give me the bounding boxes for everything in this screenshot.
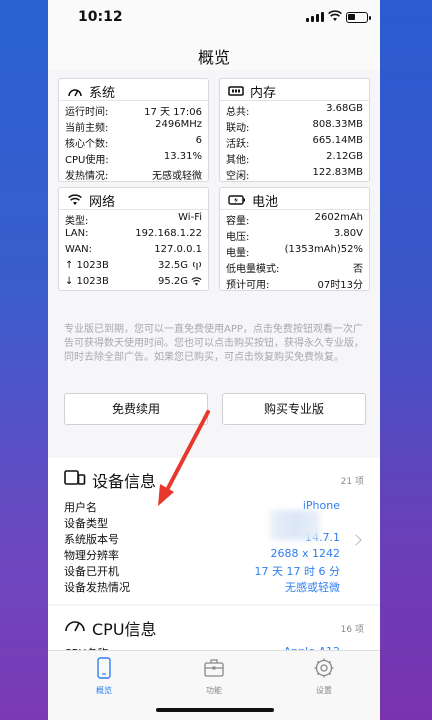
tab-features[interactable]: 功能 bbox=[174, 657, 254, 696]
background-left bbox=[0, 0, 48, 720]
background-right bbox=[380, 0, 432, 720]
toolbox-icon bbox=[204, 659, 224, 677]
tab-label: 功能 bbox=[206, 686, 222, 695]
red-annotation-arrow bbox=[158, 410, 210, 506]
tab-settings[interactable]: 设置 bbox=[284, 657, 364, 696]
phone-screen: 10:12 概览 系统 运行时间: 17 天 17:06 当前主频: 2496MHz… bbox=[48, 0, 380, 720]
gear-icon bbox=[314, 658, 334, 678]
tab-label: 设置 bbox=[316, 686, 332, 695]
home-indicator[interactable] bbox=[156, 708, 274, 712]
tab-overview[interactable]: 概览 bbox=[64, 657, 144, 696]
tab-label: 概览 bbox=[96, 686, 112, 695]
phone-icon bbox=[97, 657, 111, 679]
